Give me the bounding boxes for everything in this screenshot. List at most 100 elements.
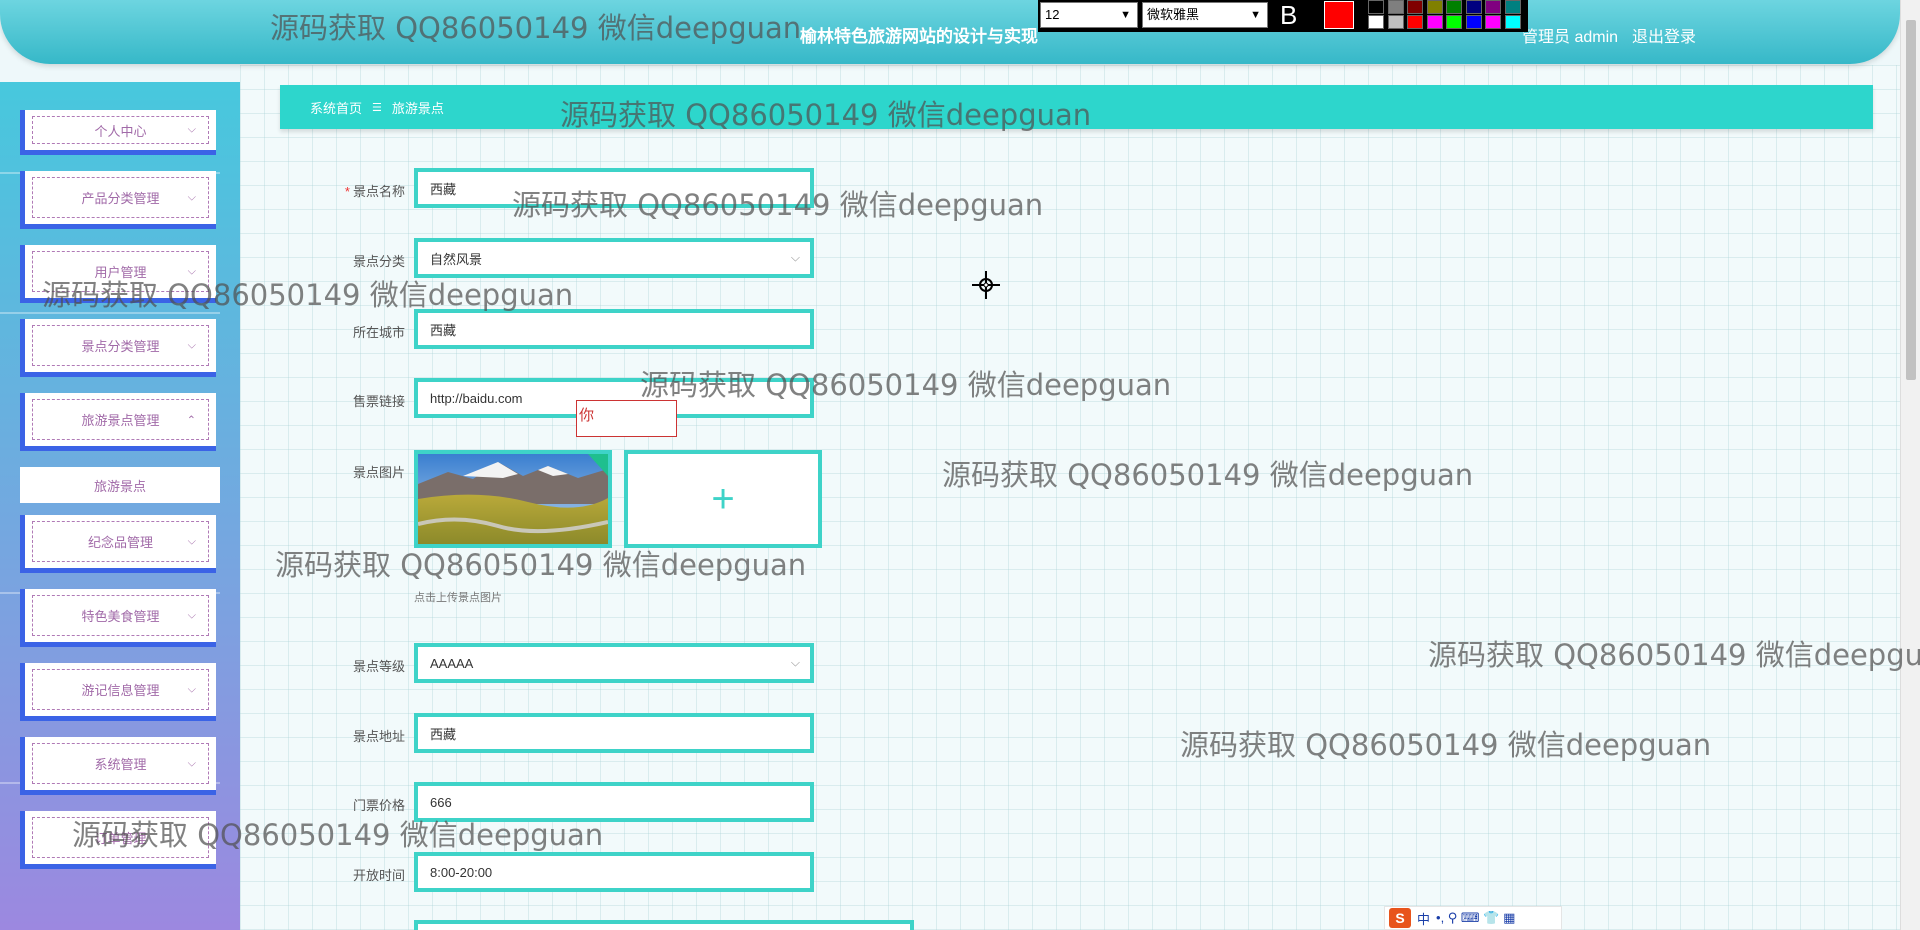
sidebar-item[interactable]: 系统管理 ⌵ — [20, 737, 216, 795]
price-field[interactable]: 666 — [414, 782, 814, 822]
sidebar-subitem-tourist-spots[interactable]: 旅游景点 — [20, 467, 220, 503]
upload-image-button[interactable]: + — [624, 450, 822, 548]
next-field-partial[interactable] — [414, 920, 914, 930]
sidebar-item-label: 游记信息管理 — [81, 683, 160, 698]
chevron-icon: ⌵ — [187, 535, 196, 547]
sidebar-item[interactable]: 产品分类管理 ⌵ — [20, 171, 216, 229]
sidebar-decoration — [0, 312, 220, 314]
landscape-photo — [417, 454, 609, 544]
color-swatch[interactable] — [1387, 15, 1404, 29]
name-field[interactable]: 西藏 — [414, 168, 814, 208]
address-value: 西藏 — [430, 726, 457, 742]
current-color-swatch[interactable] — [1324, 1, 1354, 29]
sidebar-item-frame: 订单管理 — [32, 817, 209, 858]
color-swatch[interactable] — [1407, 15, 1423, 29]
font-name-select[interactable]: 微软雅黑 ▼ — [1142, 2, 1268, 28]
ticket-link-label: 售票链接 — [352, 394, 405, 409]
chevron-icon: ⌵ — [187, 265, 196, 277]
chevron-icon: ⌃ — [186, 414, 196, 426]
font-size-value: 12 — [1045, 7, 1060, 22]
bold-button[interactable]: B — [1280, 0, 1297, 31]
chevron-icon: ⌵ — [187, 683, 196, 695]
color-swatch[interactable] — [1504, 15, 1521, 29]
sidebar-item[interactable]: 纪念品管理 ⌵ — [20, 515, 216, 573]
sidebar-item-label: 订单管理 — [94, 831, 147, 846]
menu-icon: ☰ — [372, 101, 382, 114]
ime-composition-box: 你 — [576, 400, 677, 437]
sidebar-item-frame: 产品分类管理 ⌵ — [32, 177, 209, 218]
sidebar-item-frame: 景点分类管理 ⌵ — [32, 325, 209, 366]
ime-mode[interactable]: 中 — [1417, 909, 1430, 928]
address-field[interactable]: 西藏 — [414, 713, 814, 753]
color-swatch[interactable] — [1368, 15, 1384, 29]
image-upload-hint: 点击上传景点图片 — [414, 592, 502, 604]
header: 榆林特色旅游网站的设计与实现 管理员 admin 退出登录 — [0, 0, 1900, 64]
color-swatch[interactable] — [1485, 15, 1501, 29]
page-scrollbar[interactable] — [1900, 0, 1920, 930]
uploaded-image[interactable] — [414, 450, 612, 548]
color-swatch[interactable] — [1504, 0, 1521, 14]
sidebar-item[interactable]: 旅游景点管理 ⌃ — [20, 393, 216, 451]
city-label: 所在城市 — [352, 325, 405, 340]
ticket-link-value: http://baidu.com — [430, 390, 523, 406]
ime-tool-icons[interactable]: •, ⚲ ⌨ 👕 ▦ — [1436, 910, 1515, 926]
sidebar-item-label: 个人中心 — [94, 123, 147, 139]
sidebar-item[interactable]: 景点分类管理 ⌵ — [20, 319, 216, 377]
sidebar-item-frame: 特色美食管理 ⌵ — [32, 595, 209, 636]
breadcrumb: 系统首页 ☰ 旅游景点 — [280, 85, 1873, 129]
sidebar-item-label: 景点分类管理 — [81, 339, 160, 354]
breadcrumb-home[interactable]: 系统首页 — [310, 98, 362, 117]
logout-link[interactable]: 退出登录 — [1632, 23, 1696, 47]
color-swatch[interactable] — [1485, 0, 1501, 14]
color-swatch[interactable] — [1426, 15, 1443, 29]
hours-value: 8:00-20:00 — [430, 864, 493, 880]
scrollbar-thumb[interactable] — [1906, 20, 1916, 380]
price-value: 666 — [430, 794, 452, 810]
required-mark: * — [344, 184, 350, 199]
sidebar-item-frame: 纪念品管理 ⌵ — [32, 521, 209, 562]
color-swatch[interactable] — [1426, 0, 1443, 14]
sidebar-item-frame: 个人中心 ⌵ — [32, 116, 209, 144]
crosshair-cursor-icon — [972, 271, 1000, 299]
hours-label: 开放时间 — [352, 868, 405, 883]
city-field[interactable]: 西藏 — [414, 309, 814, 349]
chevron-icon: ⌵ — [187, 609, 196, 621]
category-label: 景点分类 — [352, 254, 405, 269]
color-swatch[interactable] — [1465, 15, 1482, 29]
sidebar-item-frame: 系统管理 ⌵ — [32, 743, 209, 784]
chevron-down-icon: ⌵ — [790, 655, 800, 670]
sidebar-item-label: 纪念品管理 — [87, 535, 153, 550]
address-label: 景点地址 — [352, 729, 405, 744]
sidebar-item-label: 系统管理 — [94, 757, 147, 772]
name-label: * 景点名称 — [255, 181, 405, 200]
chevron-icon: ⌵ — [187, 339, 196, 351]
color-swatch[interactable] — [1407, 0, 1423, 14]
sidebar-item-frame: 游记信息管理 ⌵ — [32, 669, 209, 710]
sidebar-item-frame: 用户管理 ⌵ — [32, 251, 209, 292]
color-swatch[interactable] — [1387, 0, 1404, 14]
color-swatch[interactable] — [1446, 0, 1462, 14]
hours-field[interactable]: 8:00-20:00 — [414, 852, 814, 892]
sidebar-item[interactable]: 用户管理 ⌵ — [20, 245, 216, 303]
chevron-down-icon: ⌵ — [790, 250, 800, 265]
color-swatch[interactable] — [1446, 15, 1462, 29]
ime-status-bar[interactable]: S 中 •, ⚲ ⌨ 👕 ▦ — [1384, 906, 1562, 930]
site-title: 榆林特色旅游网站的设计与实现 — [800, 27, 1038, 46]
sidebar-item-label: 用户管理 — [94, 265, 147, 280]
chevron-down-icon: ▼ — [1120, 9, 1131, 21]
sidebar-item[interactable]: 特色美食管理 ⌵ — [20, 589, 216, 647]
name-label-text: 景点名称 — [352, 184, 405, 199]
sidebar-item-label: 旅游景点管理 — [81, 413, 160, 428]
sidebar-item-label: 特色美食管理 — [81, 609, 160, 624]
category-select[interactable]: 自然风景 ⌵ — [414, 238, 814, 278]
sidebar-item[interactable]: 游记信息管理 ⌵ — [20, 663, 216, 721]
sidebar-item[interactable]: 个人中心 ⌵ — [20, 110, 216, 155]
sidebar-item[interactable]: 订单管理 — [20, 811, 216, 869]
font-size-select[interactable]: 12 ▼ — [1040, 2, 1138, 28]
font-name-value: 微软雅黑 — [1147, 7, 1200, 22]
chevron-icon: ⌵ — [187, 191, 196, 203]
image-label: 景点图片 — [352, 465, 405, 480]
color-swatch[interactable] — [1465, 0, 1482, 14]
level-select[interactable]: AAAAA ⌵ — [414, 643, 814, 683]
color-swatch[interactable] — [1368, 0, 1384, 14]
